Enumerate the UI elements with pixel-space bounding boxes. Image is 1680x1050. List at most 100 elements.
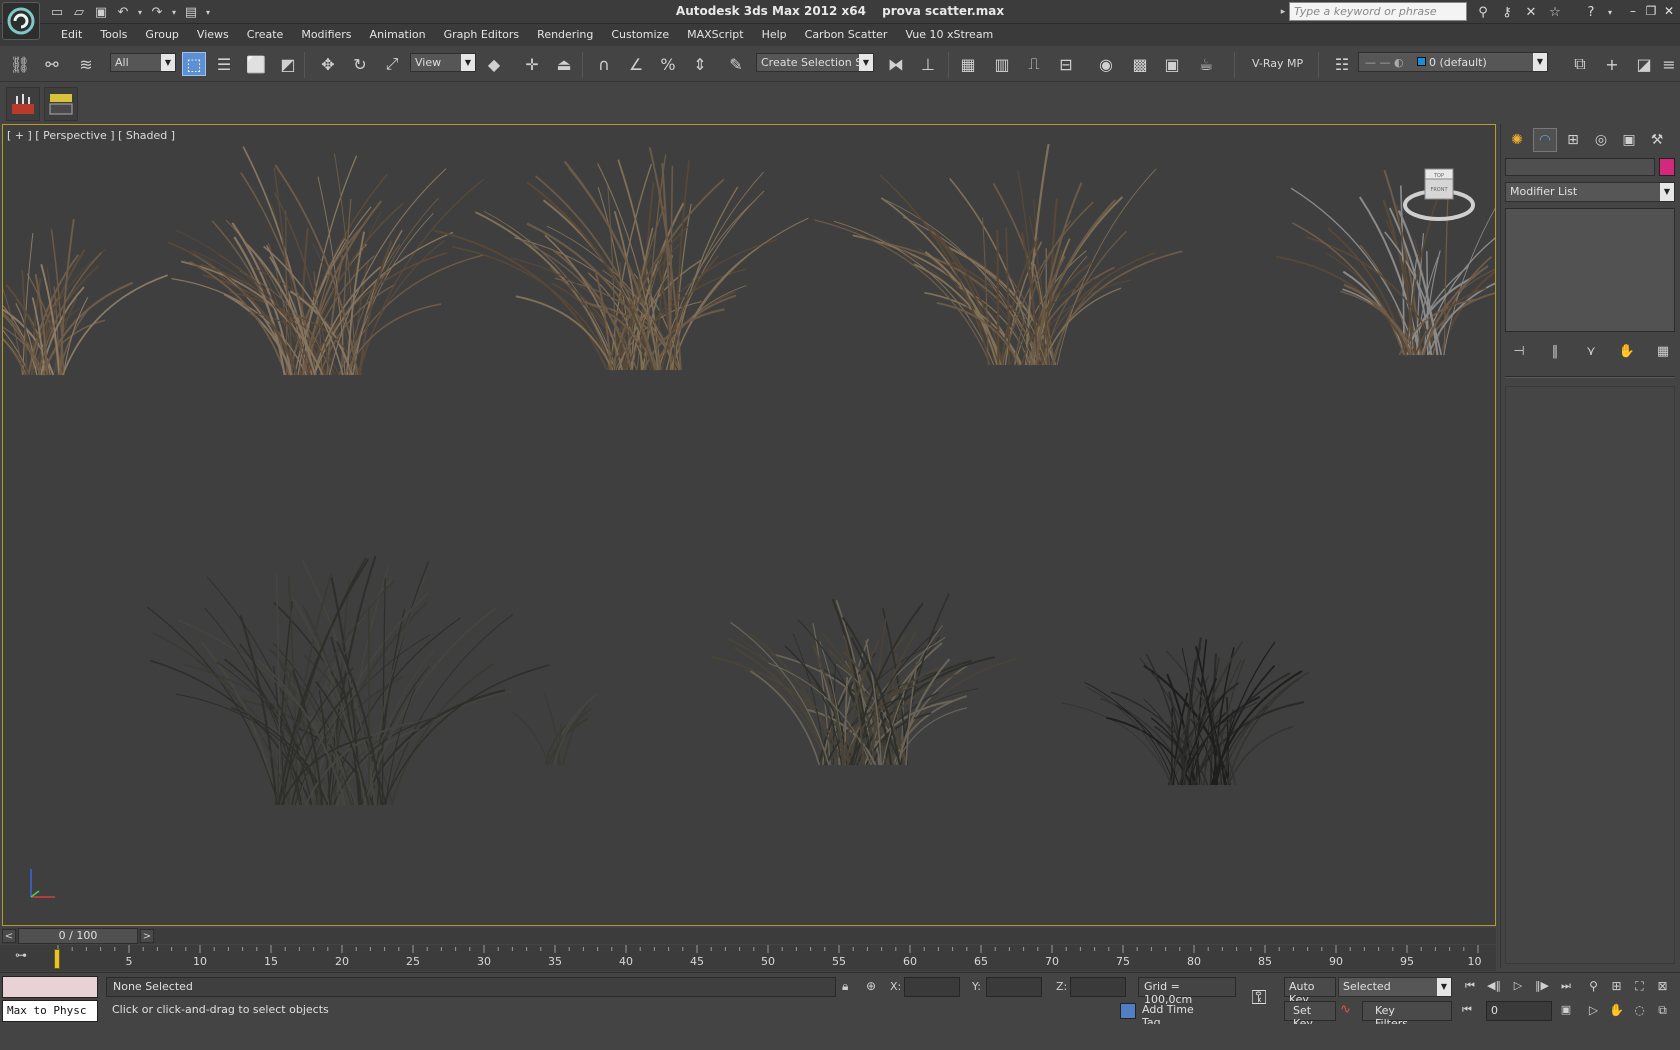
customize-qa-icon[interactable]: ▾: [204, 3, 212, 21]
current-frame-marker[interactable]: [54, 949, 60, 969]
mirror-icon[interactable]: ⧓: [884, 52, 908, 76]
application-button[interactable]: [2, 2, 40, 40]
select-and-move-icon[interactable]: ✥: [316, 52, 340, 76]
viewport-label[interactable]: [ + ] [ Perspective ] [ Shaded ]: [7, 129, 175, 142]
open-mini-curve-editor-icon[interactable]: ⊶: [8, 948, 34, 968]
frame-ruler[interactable]: 5 10 15 20 25 30 35 40 45 50 55 60 65 70 75 80 85 90 95 100: [54, 945, 1482, 971]
grass-clump[interactable]: [1061, 637, 1310, 786]
zoom-icon[interactable]: ⚲: [1584, 979, 1603, 997]
undo-icon[interactable]: ↶: [114, 3, 132, 21]
grass-clump[interactable]: [433, 147, 809, 371]
menu-graph-editors[interactable]: Graph Editors: [435, 28, 529, 41]
grass-clump[interactable]: [511, 691, 598, 766]
help-dropdown-icon[interactable]: ▾: [1606, 3, 1614, 21]
layers-icon[interactable]: ☷: [1330, 52, 1354, 76]
go-to-start-icon[interactable]: ⏮: [1460, 979, 1480, 995]
menu-edit[interactable]: Edit: [52, 28, 91, 41]
display-tab-icon[interactable]: ▣: [1617, 128, 1641, 152]
angle-snap-icon[interactable]: ∠: [624, 52, 648, 76]
minimize-icon[interactable]: –: [1626, 3, 1640, 19]
add-time-tag-button[interactable]: Add Time Tag: [1116, 1001, 1236, 1029]
grass-clump[interactable]: [168, 146, 484, 376]
new-layer-icon[interactable]: ⧉: [1568, 52, 1592, 76]
spinner-snap-icon[interactable]: ⇕: [688, 52, 712, 76]
select-and-manipulate-icon[interactable]: ✛: [520, 52, 544, 76]
y-coord-field[interactable]: [986, 977, 1042, 997]
track-bar[interactable]: ⊶ 5 10 15 20 25 30 35 40 45 50 55 60 65 70 75 80 85 90 95 1…: [0, 945, 1496, 971]
current-frame-field[interactable]: 0: [1486, 1001, 1552, 1021]
set-keys-key-icon[interactable]: ⚿: [1242, 985, 1276, 1013]
menu-animation[interactable]: Animation: [361, 28, 435, 41]
render-production-icon[interactable]: ☕: [1194, 52, 1218, 76]
communication-icon[interactable]: ✕: [1522, 3, 1540, 21]
zoom-extents-icon[interactable]: ⛶: [1630, 979, 1649, 997]
viewcube[interactable]: TOP FRONT: [1401, 155, 1479, 225]
menu-create[interactable]: Create: [238, 28, 293, 41]
previous-frame-icon[interactable]: ◀‖: [1484, 979, 1504, 995]
subscription-key-icon[interactable]: ⚷: [1498, 3, 1516, 21]
key-selection-dropdown[interactable]: Selected ▼: [1338, 977, 1452, 997]
binoculars-icon[interactable]: ⚲: [1474, 3, 1492, 21]
absolute-mode-icon[interactable]: ⊕: [866, 979, 882, 995]
select-and-rotate-icon[interactable]: ↻: [348, 52, 372, 76]
menu-tools[interactable]: Tools: [91, 28, 136, 41]
play-icon[interactable]: ▷: [1508, 979, 1528, 995]
material-editor-icon[interactable]: ◉: [1094, 52, 1118, 76]
menu-customize[interactable]: Customize: [602, 28, 678, 41]
zoom-all-icon[interactable]: ⊞: [1607, 979, 1626, 997]
select-by-name-icon[interactable]: ☰: [212, 52, 236, 76]
menu-help[interactable]: Help: [753, 28, 796, 41]
next-frame-icon[interactable]: ‖▶: [1532, 979, 1552, 995]
maxscript-listener-input[interactable]: Max to Physc: [2, 1000, 98, 1022]
time-slider[interactable]: < 0 / 100 >: [2, 928, 1496, 944]
auto-key-button[interactable]: Auto Key: [1284, 977, 1336, 1006]
rendered-frame-window-icon[interactable]: ▣: [1160, 52, 1184, 76]
bind-to-space-warp-icon[interactable]: ≋: [74, 52, 98, 76]
menu-vue-xstream[interactable]: Vue 10 xStream: [896, 28, 1002, 41]
current-layer-dropdown[interactable]: — — ◐ 0 (default) ▼: [1358, 52, 1548, 72]
render-setup-icon[interactable]: ▩: [1128, 52, 1152, 76]
menu-modifiers[interactable]: Modifiers: [292, 28, 360, 41]
time-configuration-icon[interactable]: ▣: [1556, 1003, 1576, 1019]
selection-lock-icon[interactable]: 🔒︎: [842, 979, 858, 995]
redo-icon[interactable]: ↷: [148, 3, 166, 21]
create-tab-icon[interactable]: ✺: [1505, 128, 1529, 152]
new-file-icon[interactable]: ▭: [48, 3, 66, 21]
favorites-star-icon[interactable]: ☆: [1546, 3, 1564, 21]
key-filters-button[interactable]: Key Filters...: [1362, 1001, 1452, 1030]
graphite-modeling-icon[interactable]: ▥: [990, 52, 1014, 76]
menu-rendering[interactable]: Rendering: [528, 28, 602, 41]
snaps-toggle-icon[interactable]: ∩: [592, 52, 616, 76]
menu-group[interactable]: Group: [136, 28, 188, 41]
pan-view-icon[interactable]: ✋: [1607, 1003, 1626, 1021]
close-icon[interactable]: ✕: [1662, 3, 1676, 19]
go-to-end-icon[interactable]: ⏭: [1556, 979, 1576, 995]
restore-icon[interactable]: ❐: [1644, 3, 1658, 19]
layer-manager-icon[interactable]: ▦: [956, 52, 980, 76]
save-file-icon[interactable]: ▣: [92, 3, 110, 21]
modifier-stack[interactable]: [1505, 208, 1675, 332]
renderer-label[interactable]: V-Ray MP: [1252, 57, 1303, 70]
named-selection-sets-dropdown[interactable]: Create Selection Se ▼: [756, 53, 874, 72]
time-slider-next-button[interactable]: >: [140, 929, 154, 943]
pivot-center-icon[interactable]: ◆: [482, 52, 506, 76]
grass-clump[interactable]: [147, 555, 550, 806]
grass-clump[interactable]: [710, 592, 1018, 766]
menu-views[interactable]: Views: [188, 28, 238, 41]
carbon-scatter-icon[interactable]: [6, 87, 40, 121]
hierarchy-tab-icon[interactable]: ⊞: [1561, 128, 1585, 152]
grass-clump[interactable]: [814, 143, 1183, 366]
set-key-button[interactable]: Set Key: [1284, 1001, 1336, 1030]
maximize-viewport-icon[interactable]: ⧉: [1653, 1003, 1672, 1021]
pin-stack-icon[interactable]: ⊣: [1509, 342, 1529, 360]
maxscript-listener-output[interactable]: [2, 976, 98, 998]
time-slider-prev-button[interactable]: <: [2, 929, 16, 943]
rectangular-selection-icon[interactable]: ⬜: [244, 52, 268, 76]
open-file-icon[interactable]: ▱: [70, 3, 88, 21]
object-color-swatch[interactable]: [1659, 158, 1675, 176]
unlink-selection-icon[interactable]: ⚯: [40, 52, 64, 76]
key-mode-toggle-icon[interactable]: ⏮: [1462, 1003, 1482, 1019]
make-unique-icon[interactable]: ⋎: [1581, 342, 1601, 360]
curve-editor-icon[interactable]: ⎍: [1022, 52, 1046, 76]
reference-coordinate-dropdown[interactable]: View ▼: [410, 53, 476, 72]
